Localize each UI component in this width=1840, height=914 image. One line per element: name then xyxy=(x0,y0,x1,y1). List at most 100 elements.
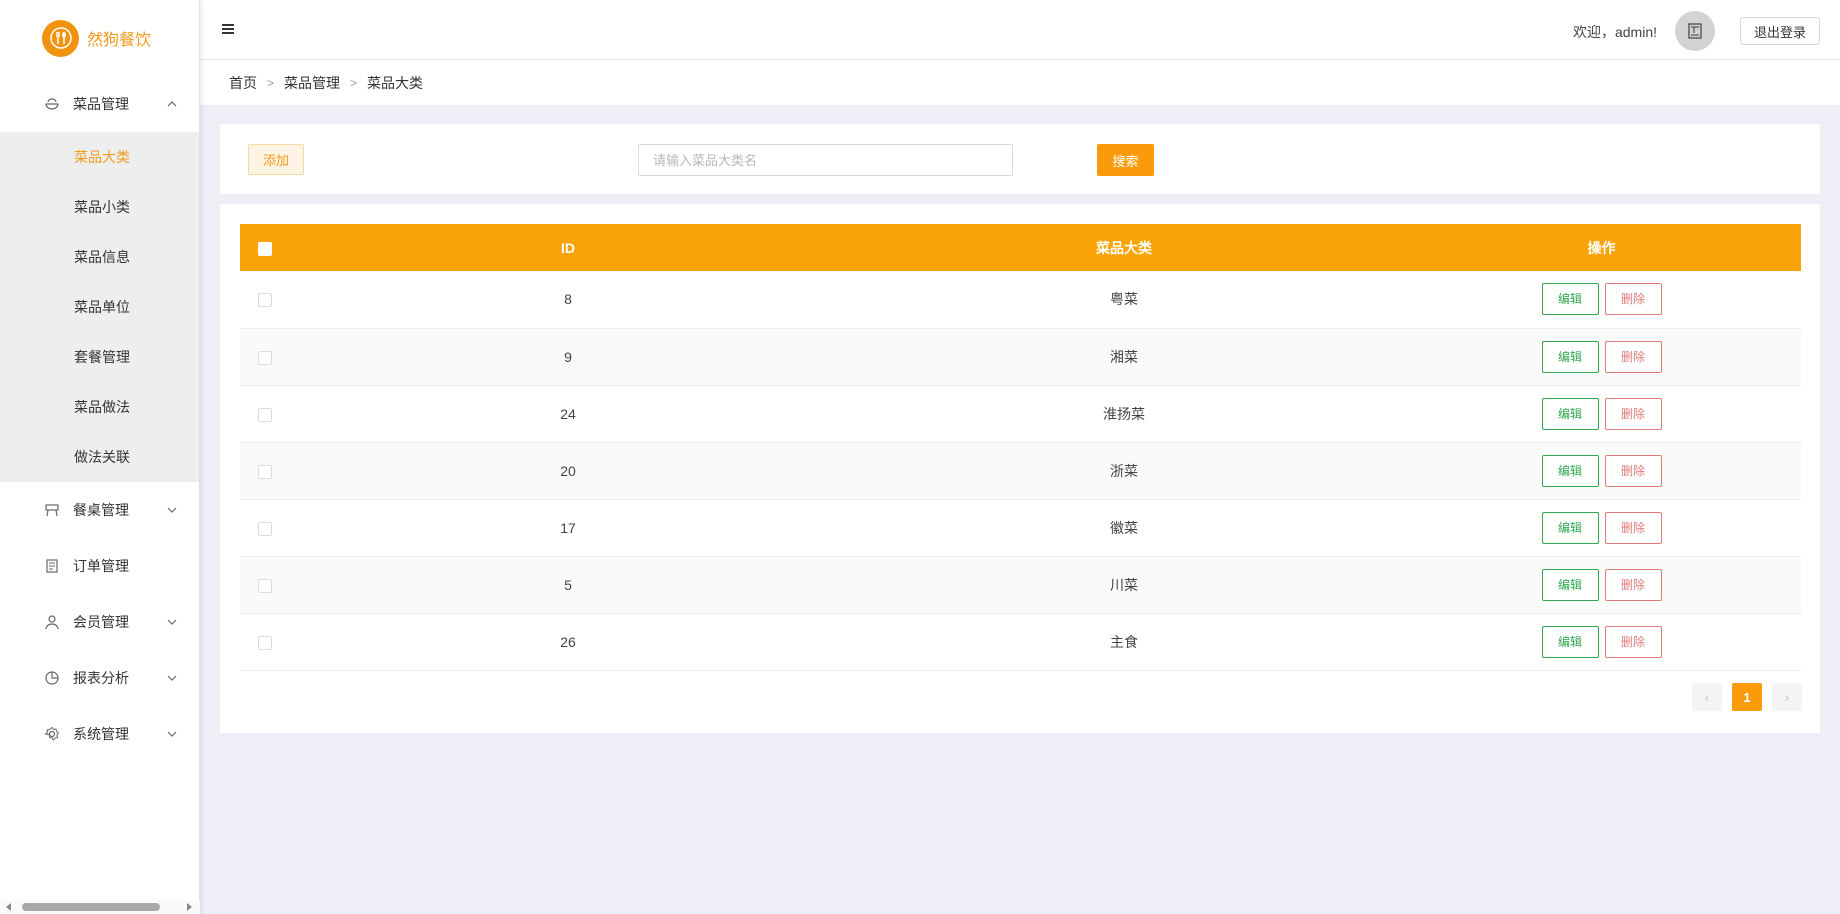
cell-category: 川菜 xyxy=(846,556,1402,614)
row-checkbox[interactable] xyxy=(258,350,272,365)
menu-system-management[interactable]: 系统管理 xyxy=(0,706,199,762)
user-avatar-icon xyxy=(1688,23,1702,39)
cell-id: 20 xyxy=(290,442,846,500)
sidebar-horizontal-scrollbar[interactable] xyxy=(0,900,200,914)
delete-button[interactable]: 删除 xyxy=(1604,511,1662,544)
table-row: 5 川菜 编辑 删除 xyxy=(240,556,1801,614)
breadcrumb-current: 菜品大类 xyxy=(367,74,424,91)
menu-dish-management[interactable]: 菜品管理 xyxy=(0,76,199,132)
page-number-current[interactable]: 1 xyxy=(1732,683,1762,711)
cell-category: 淮扬菜 xyxy=(846,385,1402,443)
cell-id: 5 xyxy=(290,556,846,614)
prev-page-button[interactable]: ‹ xyxy=(1692,683,1722,711)
column-header-actions: 操作 xyxy=(1587,239,1616,256)
table-row: 9 湘菜 编辑 删除 xyxy=(240,328,1801,386)
search-input[interactable] xyxy=(638,144,1013,176)
menu-report-analysis[interactable]: 报表分析 xyxy=(0,650,199,706)
row-checkbox[interactable] xyxy=(258,464,272,479)
order-icon xyxy=(42,556,62,576)
table-row: 17 徽菜 编辑 删除 xyxy=(240,499,1801,557)
edit-button[interactable]: 编辑 xyxy=(1541,283,1599,316)
delete-button[interactable]: 删除 xyxy=(1604,283,1662,316)
edit-button[interactable]: 编辑 xyxy=(1541,454,1599,487)
menu-label: 系统管理 xyxy=(73,726,129,742)
cell-id: 8 xyxy=(290,271,846,329)
select-all-checkbox[interactable] xyxy=(258,241,272,256)
add-button[interactable]: 添加 xyxy=(248,144,304,175)
hamburger-menu-icon[interactable] xyxy=(222,24,234,36)
edit-button[interactable]: 编辑 xyxy=(1541,568,1599,601)
cell-id: 24 xyxy=(290,385,846,443)
submenu-item-dish-subcategory[interactable]: 菜品小类 xyxy=(0,182,199,232)
logout-button[interactable]: 退出登录 xyxy=(1740,17,1820,45)
table-panel: ID 菜品大类 操作 8 粤菜 编辑删除 9 湘菜 编辑删除 24 淮扬菜 xyxy=(220,204,1820,733)
top-header: 欢迎，admin! 退出登录 xyxy=(200,0,1840,60)
edit-button[interactable]: 编辑 xyxy=(1541,625,1599,658)
row-checkbox[interactable] xyxy=(258,293,272,308)
submenu-item-dish-category[interactable]: 菜品大类 xyxy=(0,132,199,182)
scrollbar-thumb[interactable] xyxy=(22,903,160,911)
edit-button[interactable]: 编辑 xyxy=(1541,340,1599,373)
cell-category: 徽菜 xyxy=(846,499,1402,557)
menu-table-management[interactable]: 餐桌管理 xyxy=(0,482,199,538)
gear-icon xyxy=(42,724,62,744)
row-checkbox[interactable] xyxy=(258,635,272,650)
cell-id: 9 xyxy=(290,328,846,386)
cell-category: 粤菜 xyxy=(846,271,1402,329)
bowl-icon xyxy=(42,94,62,114)
delete-button[interactable]: 删除 xyxy=(1604,340,1662,373)
search-panel: 添加 搜索 xyxy=(220,124,1820,194)
chevron-down-icon xyxy=(167,507,177,513)
next-page-button[interactable]: › xyxy=(1772,683,1802,711)
submenu-item-set-meal[interactable]: 套餐管理 xyxy=(0,332,199,382)
chevron-right-icon: > xyxy=(350,75,358,90)
delete-button[interactable]: 删除 xyxy=(1604,625,1662,658)
breadcrumb-home[interactable]: 首页 xyxy=(229,73,257,93)
welcome-text: 欢迎，admin! xyxy=(1572,24,1657,40)
cell-id: 26 xyxy=(290,613,846,671)
chevron-down-icon xyxy=(167,619,177,625)
table-row: 24 淮扬菜 编辑 删除 xyxy=(240,385,1801,443)
cell-category: 浙菜 xyxy=(846,442,1402,500)
chevron-down-icon xyxy=(167,675,177,681)
menu-label: 报表分析 xyxy=(73,670,129,686)
app-name: 然狗餐饮 xyxy=(87,32,152,49)
pagination: ‹ 1 › xyxy=(1692,683,1802,711)
breadcrumb: 首页 > 菜品管理 > 菜品大类 xyxy=(200,60,1840,105)
edit-button[interactable]: 编辑 xyxy=(1541,511,1599,544)
row-checkbox[interactable] xyxy=(258,521,272,536)
menu-member-management[interactable]: 会员管理 xyxy=(0,594,199,650)
fork-spoon-icon xyxy=(42,19,79,57)
menu-label: 菜品管理 xyxy=(73,96,129,112)
user-icon xyxy=(42,612,62,632)
search-button[interactable]: 搜索 xyxy=(1097,144,1154,176)
dish-submenu: 菜品大类 菜品小类 菜品信息 菜品单位 套餐管理 菜品做法 做法关联 xyxy=(0,132,199,482)
pie-chart-icon xyxy=(42,668,62,688)
row-checkbox[interactable] xyxy=(258,578,272,593)
cell-id: 17 xyxy=(290,499,846,557)
menu-label: 餐桌管理 xyxy=(73,502,129,518)
delete-button[interactable]: 删除 xyxy=(1604,568,1662,601)
table-icon xyxy=(42,500,62,520)
delete-button[interactable]: 删除 xyxy=(1604,454,1662,487)
select-all-cell xyxy=(240,224,290,271)
table-row: 8 粤菜 编辑 删除 xyxy=(240,271,1801,329)
table-header-row: ID 菜品大类 操作 xyxy=(240,224,1801,271)
submenu-item-dish-info[interactable]: 菜品信息 xyxy=(0,232,199,282)
dish-category-table: ID 菜品大类 操作 8 粤菜 编辑删除 9 湘菜 编辑删除 24 淮扬菜 xyxy=(240,224,1801,671)
edit-button[interactable]: 编辑 xyxy=(1541,397,1599,430)
breadcrumb-dish-management[interactable]: 菜品管理 xyxy=(284,73,340,93)
row-checkbox[interactable] xyxy=(258,407,272,422)
scroll-right-icon[interactable] xyxy=(187,903,192,911)
column-header-category: 菜品大类 xyxy=(1096,239,1152,256)
submenu-item-method-link[interactable]: 做法关联 xyxy=(0,432,199,482)
chevron-up-icon xyxy=(167,101,177,107)
cell-category: 湘菜 xyxy=(846,328,1402,386)
submenu-item-dish-unit[interactable]: 菜品单位 xyxy=(0,282,199,332)
submenu-item-dish-method[interactable]: 菜品做法 xyxy=(0,382,199,432)
menu-order-management[interactable]: 订单管理 xyxy=(0,538,199,594)
table-row: 20 浙菜 编辑 删除 xyxy=(240,442,1801,500)
avatar[interactable] xyxy=(1675,11,1715,51)
scroll-left-icon[interactable] xyxy=(6,903,11,911)
delete-button[interactable]: 删除 xyxy=(1604,397,1662,430)
